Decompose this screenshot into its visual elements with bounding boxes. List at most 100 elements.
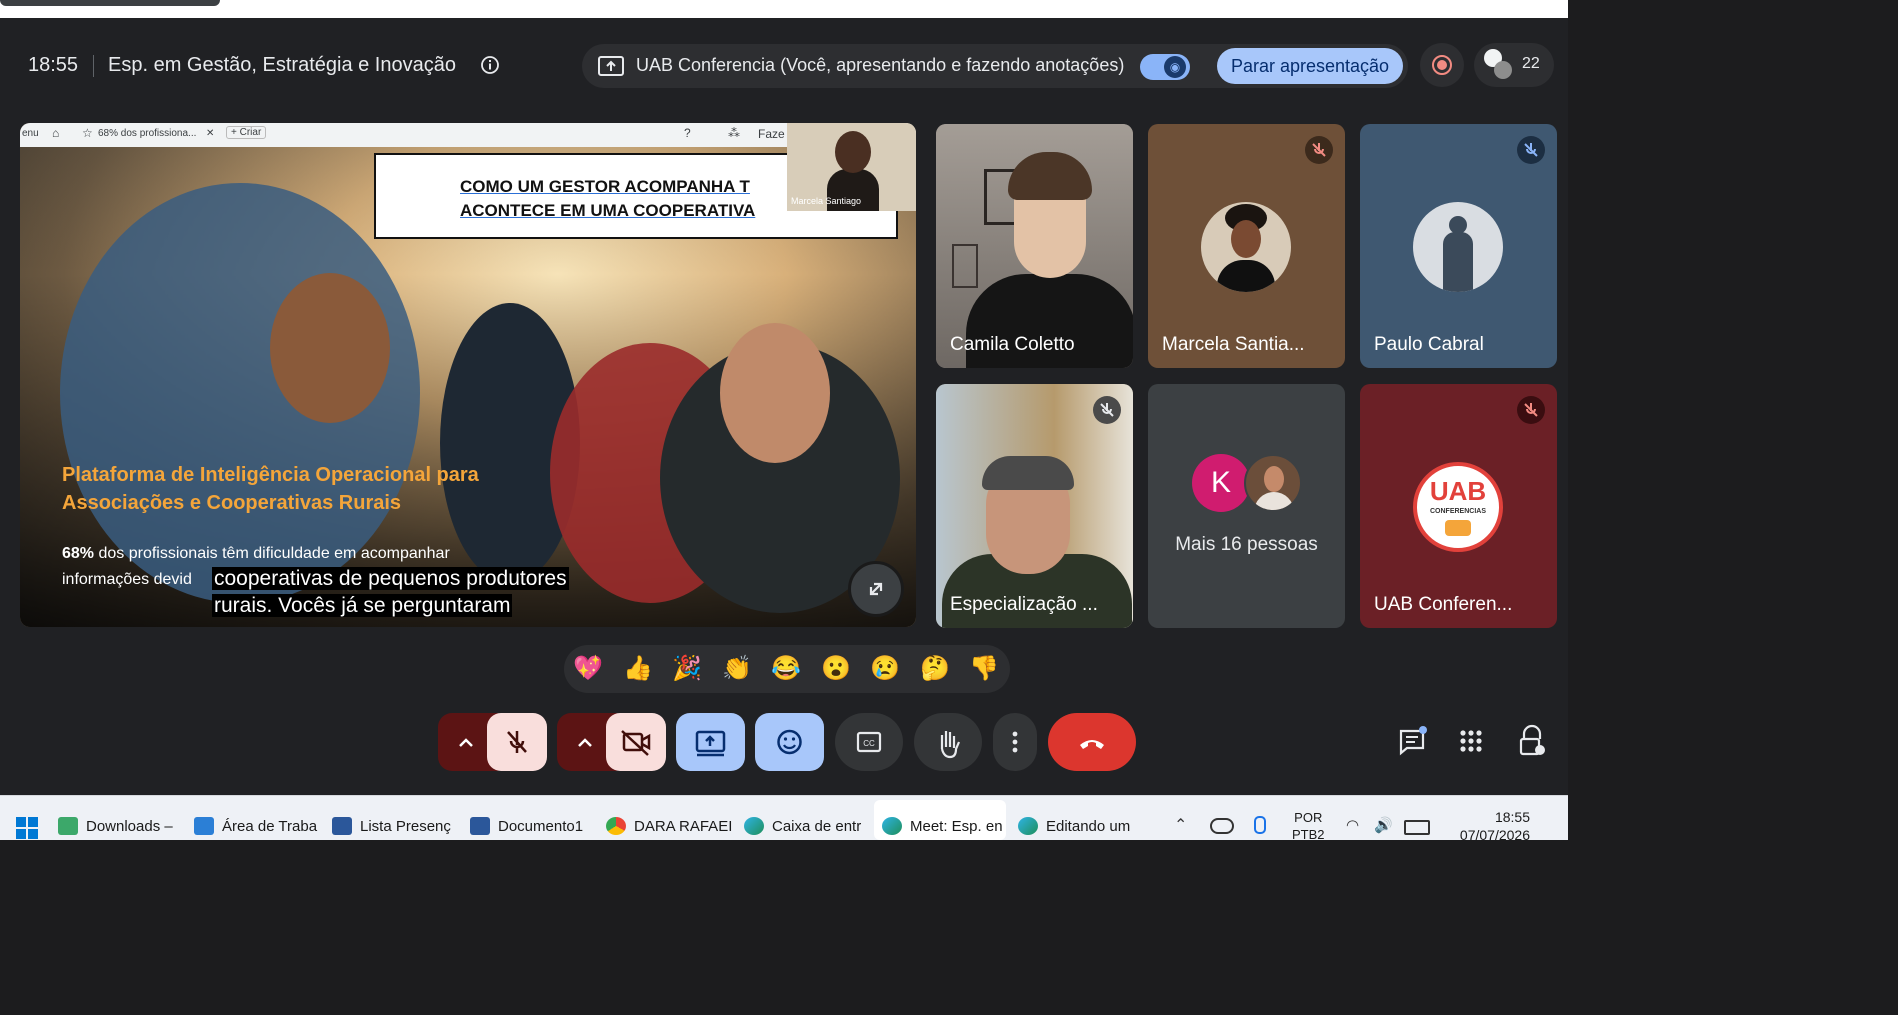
onedrive-icon[interactable] [1210,818,1234,834]
taskbar-item-label: Meet: Esp. en [910,818,1003,835]
avatar-body [1217,260,1275,292]
presentation-stage: enu ⌂ ☆ 68% dos profissiona... ✕ + Criar… [20,123,916,627]
participant-tile[interactable]: Paulo Cabral [1360,124,1557,368]
participant-name: Camila Coletto [950,334,1075,355]
stop-presenting-button[interactable]: Parar apresentação [1217,48,1403,84]
taskbar-item-label: Área de Traba [222,818,318,835]
taskbar-item-edge-meet[interactable]: Meet: Esp. en [882,796,1006,840]
word-icon [470,817,490,835]
windows-start-icon[interactable] [16,817,38,839]
muted-mic-icon [1517,396,1545,424]
chat-icon[interactable] [1396,725,1428,757]
slide-body-bold: 68% [62,545,95,562]
avatar-face [1231,220,1261,258]
recording-button[interactable] [1420,43,1464,87]
meet-window: 18:55 Esp. em Gestão, Estratégia e Inova… [0,18,1568,795]
present-screen-button[interactable] [676,713,745,771]
participant-avatar [1494,61,1512,79]
taskbar-item-chrome[interactable]: DARA RAFAEI [606,796,734,840]
reaction-surprised[interactable]: 😮 [820,653,852,685]
reaction-clap[interactable]: 👏 [721,653,753,685]
hand-icon [940,731,961,759]
chrome-icon [606,817,626,835]
tab-title: 68% dos profissiona... [98,128,197,139]
participant-tile[interactable]: UAB CONFERENCIAS UAB Conferen... [1360,384,1557,628]
taskbar-item-label: Caixa de entr [772,818,862,835]
language-indicator[interactable]: POR PTB2 [1292,809,1325,843]
emoji-icon [777,729,802,755]
language-primary: POR [1294,810,1323,825]
uab-logo-subtext: CONFERENCIAS [1429,508,1486,515]
volume-icon[interactable]: 🔊 [1374,816,1393,834]
system-clock[interactable]: 18:55 07/07/2026 [1446,808,1530,844]
taskbar-item-label: Downloads – [86,818,173,835]
info-icon[interactable] [480,55,500,75]
taskbar-item-word-doc[interactable]: Documento1 [470,796,598,840]
reaction-thinking[interactable]: 🤔 [919,653,951,685]
camera-off-icon [621,730,651,756]
wifi-icon[interactable]: ◠ [1346,816,1359,834]
raise-hand-button[interactable] [914,713,982,771]
live-caption: cooperativas de pequenos produtores rura… [212,565,569,619]
taskbar-item-label: Editando um [1046,818,1131,835]
camera-logo-icon [1445,520,1471,536]
reaction-party[interactable]: 🎉 [671,653,703,685]
more-options-button[interactable] [993,713,1037,771]
chevron-up-icon[interactable]: ⌃ [1174,815,1187,835]
fullscreen-button[interactable] [848,561,904,617]
activities-icon[interactable] [1456,726,1486,756]
home-icon: ⌂ [52,126,60,140]
camera-toggle-button[interactable] [606,713,666,771]
reaction-thumbs-down[interactable]: 👎 [968,653,1000,685]
reactions-bar: 💖 👍 🎉 👏 😂 😮 😢 🤔 👎 [564,645,1010,693]
taskbar-item-edge-mail[interactable]: Caixa de entr [744,796,872,840]
person-figure [720,323,830,463]
leave-call-button[interactable] [1048,713,1136,771]
mic-toggle-button[interactable] [487,713,547,771]
person-figure [270,273,390,423]
taskbar-item-desktop[interactable]: Área de Traba [194,796,322,840]
participant-name: Paulo Cabral [1374,334,1484,355]
expand-icon [869,582,883,596]
taskbar-item-downloads[interactable]: Downloads – [58,796,186,840]
battery-icon[interactable] [1404,820,1430,835]
participants-button[interactable]: 22 [1474,43,1554,87]
help-icon: ? [684,126,691,140]
svg-text:CC: CC [863,739,875,748]
presentation-audio-toggle[interactable]: ◉ [1140,54,1190,80]
star-icon: ☆ [82,126,93,140]
avatar-figure-body [1443,232,1473,292]
participant-tile[interactable]: Marcela Santia... [1148,124,1345,368]
microphone-icon[interactable] [1254,816,1266,834]
taskbar-item-edge-edit[interactable]: Editando um [1018,796,1146,840]
wall-frame [952,244,978,288]
taskbar-item-word-lista[interactable]: Lista Presenç [332,796,460,840]
avatar-body [1254,492,1294,510]
slide-subtitle: Plataforma de Inteligência Operacional p… [62,461,479,517]
record-dot-icon [1437,60,1447,70]
reaction-sad[interactable]: 😢 [869,653,901,685]
participant-name: Marcela Santia... [1162,334,1305,355]
slide-subtitle-line1: Plataforma de Inteligência Operacional p… [62,464,479,486]
avatar [1201,202,1291,292]
captions-button[interactable]: CC [835,713,903,771]
tab-right-text: Faze [758,127,785,141]
taskbar-item-label: Lista Presenç [360,818,451,835]
reaction-laugh[interactable]: 😂 [770,653,802,685]
more-participants-tile[interactable]: K Mais 16 pessoas [1148,384,1345,628]
host-controls-icon[interactable] [1516,724,1548,758]
mic-off-icon [507,731,527,753]
participant-tile[interactable]: Camila Coletto [936,124,1133,368]
caption-line2: rurais. Vocês já se perguntaram [212,594,513,617]
caption-line1: cooperativas de pequenos produtores [212,567,569,590]
folder-icon [194,817,214,835]
reaction-thumbs-up[interactable]: 👍 [622,653,654,685]
present-screen-icon [598,56,624,76]
speaker-icon: ◉ [1164,56,1186,78]
slide-subtitle-line2: Associações e Cooperativas Rurais [62,492,402,514]
presenting-banner: UAB Conferencia (Você, apresentando e fa… [582,44,1408,88]
reaction-heart[interactable]: 💖 [572,653,604,685]
reactions-button[interactable] [755,713,824,771]
close-icon: ✕ [206,128,215,139]
participant-tile[interactable]: Especialização ... [936,384,1133,628]
